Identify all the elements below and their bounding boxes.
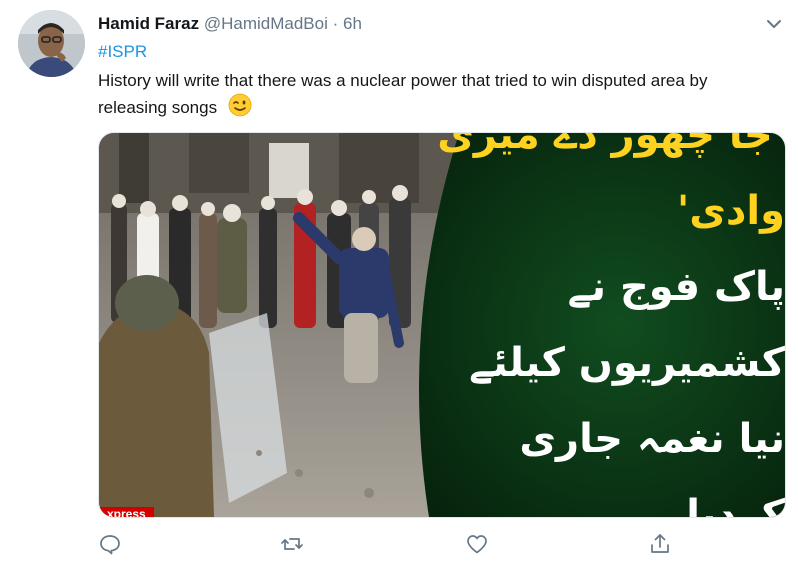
hashtag-link[interactable]: #ISPR bbox=[98, 42, 147, 62]
timestamp[interactable]: 6h bbox=[343, 14, 362, 33]
more-options-chevron-icon[interactable] bbox=[764, 16, 784, 32]
urdu-headline: 'جا چھوڑ دے میری وادی' پاک فوج نے کشمیری… bbox=[413, 133, 785, 517]
like-heart-icon[interactable] bbox=[465, 532, 489, 556]
separator-dot: · bbox=[332, 14, 339, 33]
user-handle[interactable]: @HamidMadBoi bbox=[204, 14, 328, 33]
tweet-header: Hamid Faraz @HamidMadBoi · 6h bbox=[98, 14, 362, 34]
avatar[interactable] bbox=[18, 10, 85, 77]
urdu-line-2: پاک فوج نے کشمیریوں کیلئے bbox=[469, 264, 785, 386]
tweet-body: History will write that there was a nucl… bbox=[98, 71, 708, 117]
display-name[interactable]: Hamid Faraz bbox=[98, 14, 199, 33]
urdu-line-1: 'جا چھوڑ دے میری وادی' bbox=[437, 132, 785, 234]
retweet-icon[interactable] bbox=[280, 532, 304, 556]
urdu-line-3: نیا نغمہ جاری کردیا bbox=[519, 416, 785, 518]
express-watermark: xpress bbox=[99, 507, 154, 517]
tweet-media-image[interactable]: 'جا چھوڑ دے میری وادی' پاک فوج نے کشمیری… bbox=[98, 132, 786, 518]
tweet-actions-bar bbox=[98, 532, 698, 558]
tweet-text: History will write that there was a nucl… bbox=[98, 68, 778, 124]
winking-face-icon bbox=[228, 93, 252, 124]
reply-icon[interactable] bbox=[98, 532, 122, 556]
share-icon[interactable] bbox=[648, 532, 672, 556]
